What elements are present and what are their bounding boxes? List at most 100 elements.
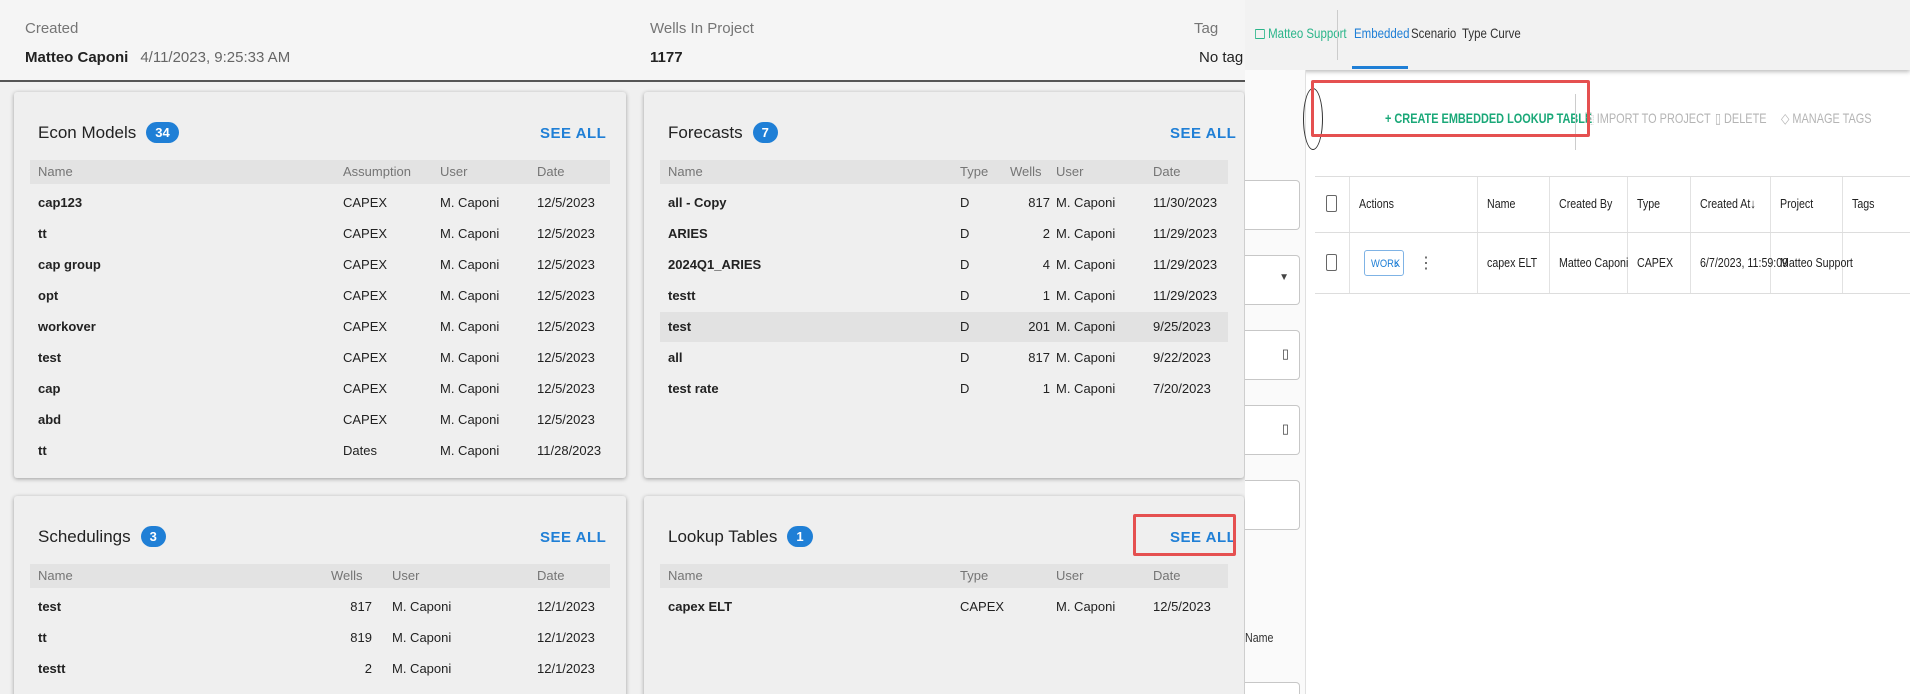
table-cell: 817	[350, 599, 372, 614]
schedulings-see-all-button[interactable]: SEE ALL	[540, 529, 606, 546]
table-cell: testt	[38, 661, 66, 676]
table-row[interactable]: cap123 CAPEX M. Caponi 12/5/2023	[30, 188, 610, 218]
import-icon: ⎘	[1585, 110, 1597, 126]
table-cell: 12/1/2023	[537, 630, 595, 645]
table-cell: CAPEX	[343, 257, 388, 272]
create-embedded-lookup-button[interactable]: + CREATE EMBEDDED LOOKUP TABLE	[1385, 100, 1592, 136]
table-row[interactable]: test CAPEX M. Caponi 12/5/2023	[30, 343, 610, 373]
row-actions-cell: WORK › ⋮	[1350, 233, 1478, 293]
column-header-date: Date	[537, 568, 565, 583]
lookup-tables-panel: Matteo Support Embedded Scenario Type Cu…	[1245, 0, 1910, 694]
table-cell: 7/20/2023	[1153, 381, 1211, 396]
grid-header-created-by: Created By	[1550, 177, 1628, 232]
table-cell: opt	[38, 288, 59, 303]
created-label: Created	[25, 20, 79, 37]
table-row[interactable]: all - Copy D 817 M. Caponi 11/30/2023	[660, 188, 1228, 218]
table-row[interactable]: ARIES D 2 M. Caponi 11/29/2023	[660, 219, 1228, 249]
column-header-name: Name	[668, 164, 703, 179]
import-to-project-button[interactable]: ⎘ IMPORT TO PROJECT	[1585, 100, 1711, 136]
table-cell: M. Caponi	[440, 350, 500, 365]
table-cell: 1	[1042, 381, 1050, 396]
table-row[interactable]: testt D 1 M. Caponi 11/29/2023	[660, 281, 1228, 311]
table-cell: 12/5/2023	[1153, 599, 1211, 614]
table-cell: 12/5/2023	[537, 381, 595, 396]
econ-models-see-all-button[interactable]: SEE ALL	[540, 125, 606, 142]
card-title-text: Lookup Tables	[668, 526, 778, 546]
work-button[interactable]: WORK ›	[1364, 250, 1404, 276]
manage-tags-button[interactable]: ◇ MANAGE TAGS	[1781, 100, 1872, 136]
filter-name-input[interactable]	[1245, 682, 1300, 694]
filter-date-to[interactable]: ▯	[1245, 405, 1300, 455]
forecasts-see-all-button[interactable]: SEE ALL	[1170, 125, 1236, 142]
column-header-wells: Wells	[1010, 164, 1042, 179]
row-name-cell: capex ELT	[1478, 233, 1550, 293]
table-row[interactable]: all D 817 M. Caponi 9/22/2023	[660, 343, 1228, 373]
column-header-name: Name	[38, 164, 73, 179]
project-header: Created Matteo Caponi 4/11/2023, 9:25:33 …	[0, 0, 1245, 82]
plus-icon: +	[1385, 110, 1395, 126]
project-breadcrumb[interactable]: Matteo Support	[1255, 0, 1347, 70]
table-row[interactable]: capex ELT CAPEX M. Caponi 12/5/2023	[660, 592, 1228, 622]
lookup-tables-see-all-button[interactable]: SEE ALL	[1170, 529, 1236, 546]
delete-button[interactable]: ▯ DELETE	[1715, 100, 1767, 136]
table-row[interactable]: tt 819 M. Caponi 12/1/2023	[30, 623, 610, 653]
lookup-top-bar: Matteo Support Embedded Scenario Type Cu…	[1245, 0, 1910, 70]
table-cell: M. Caponi	[440, 226, 500, 241]
filter-field-5[interactable]	[1245, 480, 1300, 530]
table-cell: all	[668, 350, 683, 365]
table-row[interactable]: tt CAPEX M. Caponi 12/5/2023	[30, 219, 610, 249]
table-cell: 201	[1028, 319, 1050, 334]
table-row[interactable]: cap group CAPEX M. Caponi 12/5/2023	[30, 250, 610, 280]
table-cell: CAPEX	[343, 412, 388, 427]
grid-row[interactable]: WORK › ⋮ capex ELT Matteo Caponi CAPEX 6/…	[1315, 233, 1910, 294]
grid-header-tags: Tags	[1843, 177, 1903, 232]
table-cell: M. Caponi	[1056, 599, 1116, 614]
table-row[interactable]: test D 201 M. Caponi 9/25/2023	[660, 312, 1228, 342]
select-all-checkbox[interactable]	[1326, 195, 1337, 212]
row-project: Matteo Support	[1780, 255, 1853, 270]
more-options-icon[interactable]: ⋮	[1418, 253, 1434, 273]
tab-embedded[interactable]: Embedded	[1354, 0, 1410, 70]
table-cell: 1	[1042, 288, 1050, 303]
table-cell: M. Caponi	[392, 630, 452, 645]
filter-date-from[interactable]: ▯	[1245, 330, 1300, 380]
table-cell: 9/22/2023	[1153, 350, 1211, 365]
column-header-user: User	[1056, 568, 1084, 583]
filter-select[interactable]: ▼	[1245, 255, 1300, 305]
table-cell: M. Caponi	[440, 288, 500, 303]
column-header-type: Type	[960, 568, 989, 583]
table-cell: 819	[350, 630, 372, 645]
table-row[interactable]: workover CAPEX M. Caponi 12/5/2023	[30, 312, 610, 342]
table-row[interactable]: cap CAPEX M. Caponi 12/5/2023	[30, 374, 610, 404]
grid-header-actions: Actions	[1350, 177, 1478, 232]
row-name: capex ELT	[1487, 255, 1538, 270]
table-cell: 12/1/2023	[537, 661, 595, 676]
filter-field-1[interactable]	[1245, 180, 1300, 230]
table-row[interactable]: tt Dates M. Caponi 11/28/2023	[30, 436, 610, 466]
table-row[interactable]: testt 2 M. Caponi 12/1/2023	[30, 654, 610, 684]
row-type: CAPEX	[1637, 255, 1674, 270]
table-row[interactable]: test rate D 1 M. Caponi 7/20/2023	[660, 374, 1228, 404]
forecasts-card: Forecasts 7 SEE ALL Name Type Wells User…	[644, 92, 1244, 478]
header-label: Created At	[1700, 196, 1751, 211]
table-row[interactable]: abd CAPEX M. Caponi 12/5/2023	[30, 405, 610, 435]
row-checkbox[interactable]	[1326, 254, 1337, 271]
table-cell: M. Caponi	[1056, 381, 1116, 396]
table-cell: tt	[38, 226, 47, 241]
sort-down-arrow-icon[interactable]: ↓	[1750, 196, 1755, 211]
forecasts-title: Forecasts 7	[668, 122, 778, 143]
table-row[interactable]: test 817 M. Caponi 12/1/2023	[30, 592, 610, 622]
select-all-cell	[1315, 177, 1350, 232]
created-by: Matteo Caponi	[25, 49, 129, 66]
table-row[interactable]: opt CAPEX M. Caponi 12/5/2023	[30, 281, 610, 311]
column-header-name: Name	[38, 568, 73, 583]
table-row[interactable]: 2024Q1_ARIES D 4 M. Caponi 11/29/2023	[660, 250, 1228, 280]
table-cell: abd	[38, 412, 62, 427]
schedulings-card: Schedulings 3 SEE ALL Name Wells User Da…	[14, 496, 626, 694]
row-created-by-cell: Matteo Caponi	[1550, 233, 1628, 293]
collapse-toggle-icon[interactable]	[1303, 88, 1323, 150]
tab-scenario[interactable]: Scenario	[1411, 0, 1456, 70]
tab-type-curve[interactable]: Type Curve	[1462, 0, 1521, 70]
table-cell: workover	[38, 319, 96, 334]
grid-header-row: Actions Name Created By Type Created At↓…	[1315, 177, 1910, 233]
